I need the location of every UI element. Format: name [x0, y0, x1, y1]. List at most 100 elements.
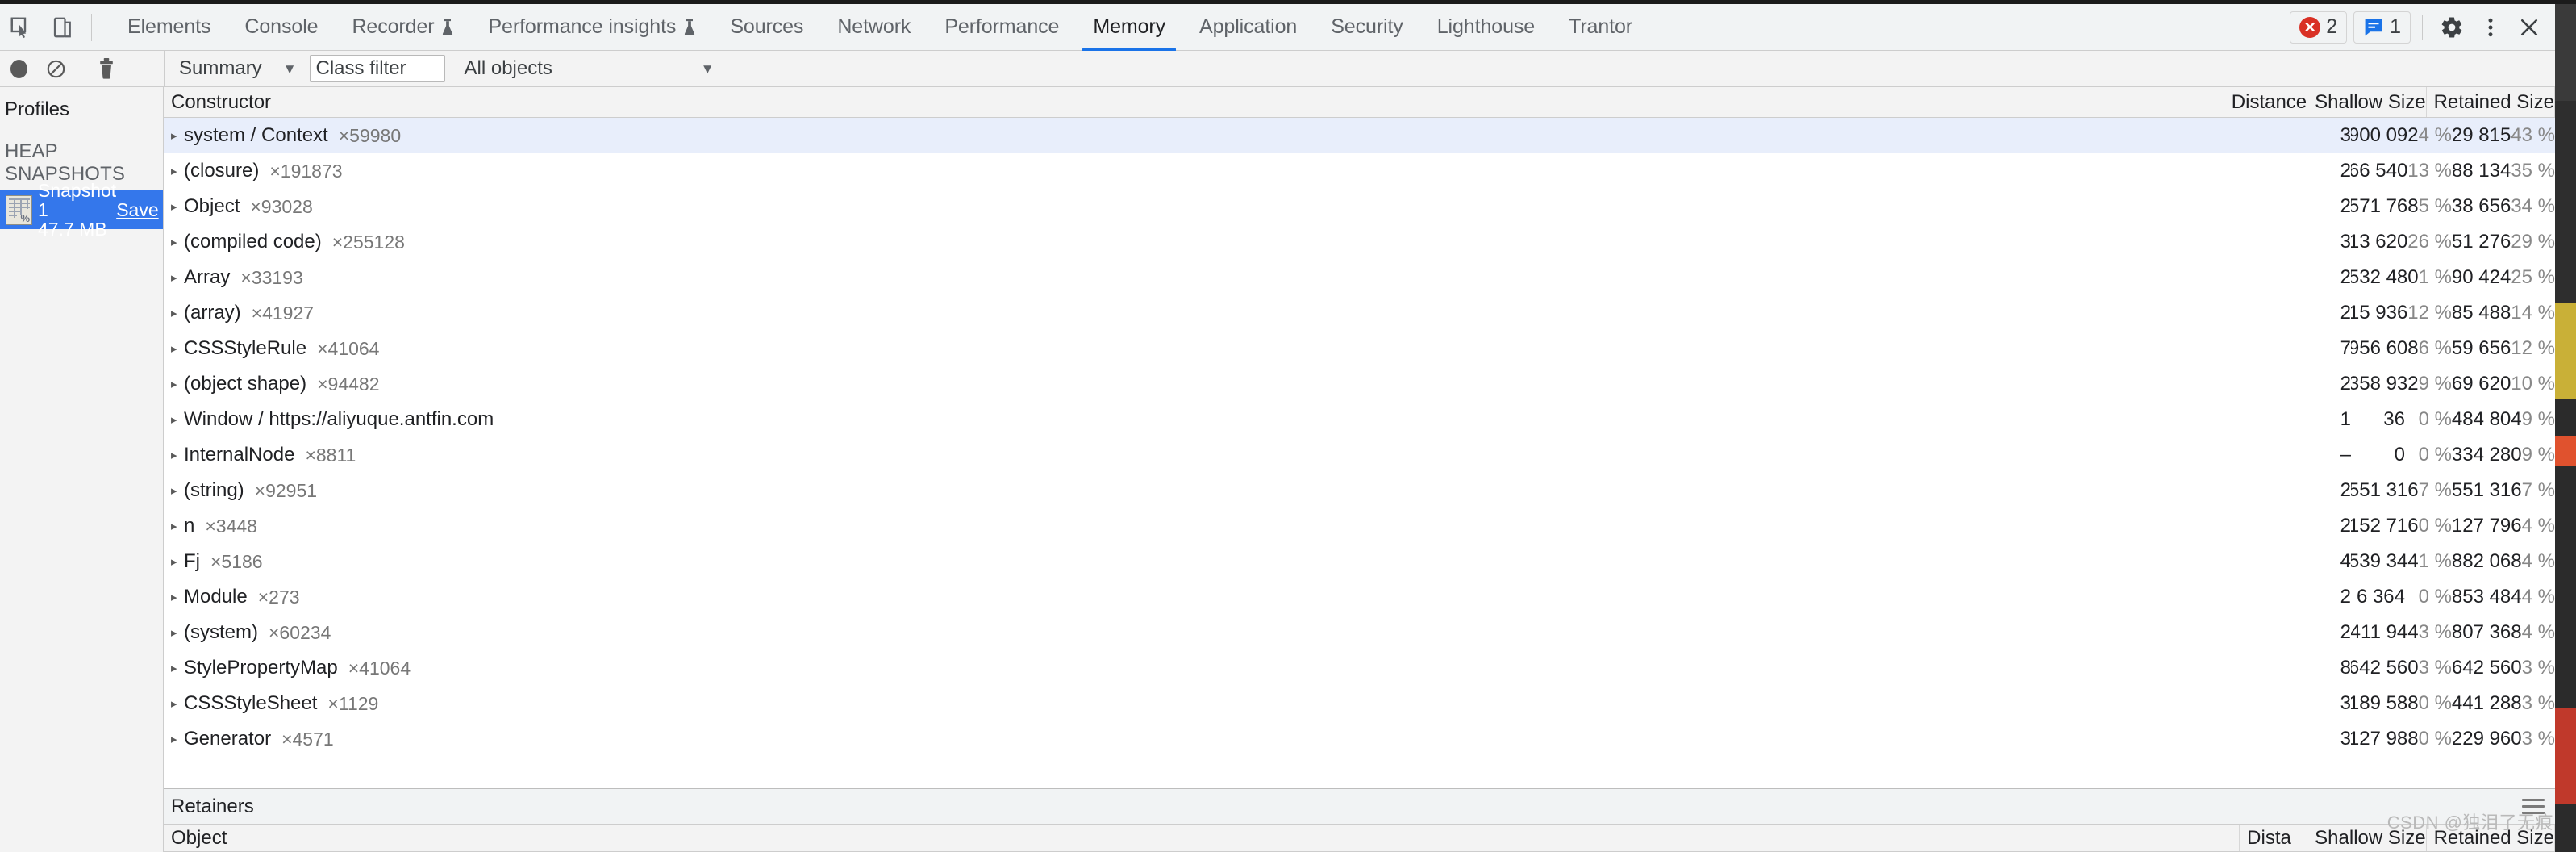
- tab-application[interactable]: Application: [1182, 4, 1314, 51]
- save-snapshot-link[interactable]: Save: [116, 199, 158, 221]
- constructor-count: ×41064: [348, 657, 411, 679]
- expand-triangle-icon[interactable]: ▸: [171, 414, 183, 426]
- error-count-badge[interactable]: ✕ 2: [2290, 10, 2348, 44]
- record-circle-icon[interactable]: [0, 51, 37, 86]
- cell-retained-size: 13 651 27629 %: [2452, 224, 2555, 260]
- table-row[interactable]: ▸Array ×33193 2532 4801 %12 090 42425 %: [164, 260, 2555, 295]
- expand-triangle-icon[interactable]: ▸: [171, 733, 183, 746]
- table-row[interactable]: ▸(system) ×60234 21 411 9443 %1 807 3684 %: [164, 615, 2555, 650]
- cell-retained-size-value: 2 127 796: [2452, 515, 2522, 537]
- inspect-element-icon[interactable]: [0, 6, 42, 48]
- column-header-distance[interactable]: Distance: [2224, 87, 2308, 117]
- devtools-tabbar: Elements Console Recorder Performance in…: [0, 4, 2555, 51]
- tab-console[interactable]: Console: [227, 4, 335, 51]
- table-row[interactable]: ▸(array) ×41927 25 815 93612 %6 585 48814 …: [164, 295, 2555, 331]
- retainers-column-distance[interactable]: Dista: [2240, 825, 2308, 851]
- tab-elements[interactable]: Elements: [110, 4, 227, 51]
- trash-can-icon[interactable]: [88, 51, 125, 86]
- tab-sources[interactable]: Sources: [713, 4, 820, 51]
- expand-triangle-icon[interactable]: ▸: [171, 165, 183, 178]
- table-row[interactable]: ▸StylePropertyMap×4106481 642 5603 %1 64…: [164, 650, 2555, 686]
- cell-distance: 2: [2340, 266, 2351, 288]
- tab-lighthouse[interactable]: Lighthouse: [1420, 4, 1552, 51]
- cell-retained-size: 20 629 81543 %: [2452, 118, 2555, 153]
- snapshot-name: Snapshot 1: [38, 179, 117, 220]
- cell-shallow-size: 4 358 9329 %: [2351, 366, 2452, 402]
- tab-trantor[interactable]: Trantor: [1552, 4, 1649, 51]
- expand-triangle-icon[interactable]: ▸: [171, 449, 183, 461]
- grid-body[interactable]: ▸system / Context×5998031 900 0924 %20 6…: [164, 118, 2555, 788]
- retainers-column-object[interactable]: Object: [164, 825, 2240, 851]
- constructor-name: (system): [184, 621, 258, 643]
- table-row[interactable]: ▸n ×3448 2152 7160 %2 127 7964 %: [164, 508, 2555, 544]
- device-toolbar-icon[interactable]: [42, 6, 84, 48]
- expand-triangle-icon[interactable]: ▸: [171, 236, 183, 248]
- table-row[interactable]: ▸Object ×93028 22 571 7685 %16 338 65634 %: [164, 189, 2555, 224]
- no-entry-clear-icon[interactable]: [37, 51, 74, 86]
- table-row[interactable]: ▸ Window / https://aliyuque.antfin.com 1 36…: [164, 402, 2555, 437]
- tab-recorder[interactable]: Recorder: [335, 4, 471, 51]
- cell-shallow-size: 6 364 0 %: [2351, 579, 2452, 615]
- sidebar-item-snapshot-1[interactable]: % Snapshot 1 47.7 MB Save: [0, 181, 163, 239]
- table-row[interactable]: ▸(object shape) ×94482 24 358 9329 %4 569 …: [164, 366, 2555, 402]
- expand-triangle-icon[interactable]: ▸: [171, 130, 183, 142]
- cell-shallow-size-value: 3 551 316: [2351, 479, 2419, 501]
- expand-triangle-icon[interactable]: ▸: [171, 627, 183, 639]
- view-select[interactable]: Summary ▼: [174, 52, 300, 85]
- message-bubble-icon: [2363, 17, 2384, 38]
- class-filter-input[interactable]: [309, 55, 445, 82]
- expand-triangle-icon[interactable]: ▸: [171, 662, 183, 674]
- table-row[interactable]: ▸InternalNode ×8811 – 0 0 %4 334 2809 %: [164, 437, 2555, 473]
- expand-triangle-icon[interactable]: ▸: [171, 201, 183, 213]
- expand-triangle-icon[interactable]: ▸: [171, 520, 183, 532]
- tab-network[interactable]: Network: [820, 4, 927, 51]
- tab-label: Performance: [944, 15, 1060, 38]
- cell-distance: 2: [2340, 373, 2351, 395]
- cell-shallow-size: 1 642 5603 %: [2351, 650, 2452, 686]
- expand-triangle-icon[interactable]: ▸: [171, 556, 183, 568]
- tab-security[interactable]: Security: [1314, 4, 1420, 51]
- table-row[interactable]: ▸Generator ×4571 3127 9880 %1 229 9603 %: [164, 721, 2555, 757]
- table-row[interactable]: ▸CSSStyleSheet ×1129 3189 5880 %1 441 2883…: [164, 686, 2555, 721]
- tab-label: Performance insights: [488, 15, 677, 38]
- tab-memory[interactable]: Memory: [1076, 4, 1182, 51]
- column-header-constructor[interactable]: Constructor: [164, 87, 2224, 117]
- expand-triangle-icon[interactable]: ▸: [171, 698, 183, 710]
- table-row[interactable]: ▸CSSStyleRule ×41064 72 956 6086 %5 659 65…: [164, 331, 2555, 366]
- expand-triangle-icon[interactable]: ▸: [171, 485, 183, 497]
- cell-retained-size: 1 229 9603 %: [2452, 721, 2555, 757]
- cell-constructor: ▸ CSSStyleSheet ×1129: [164, 686, 2283, 721]
- table-row[interactable]: ▸system / Context ×59980 31 900 0924 %20 6…: [164, 118, 2555, 153]
- constructor-count: ×273: [257, 586, 300, 608]
- message-count-badge[interactable]: 1: [2353, 10, 2411, 44]
- expand-triangle-icon[interactable]: ▸: [171, 378, 183, 390]
- table-row[interactable]: ▸(string)×9295123 551 3167 %3 551 3167 %: [164, 473, 2555, 508]
- table-row[interactable]: ▸(compiled code) ×255128 312 213 62026 %13…: [164, 224, 2555, 260]
- tab-performance[interactable]: Performance: [927, 4, 1076, 51]
- cell-shallow-size-value: 127 988: [2351, 728, 2419, 750]
- cell-retained-size: 3 551 3167 %: [2452, 473, 2555, 508]
- expand-triangle-icon[interactable]: ▸: [171, 343, 183, 355]
- table-row[interactable]: ▸(closure) ×191873 26 066 54013 %16 588 13…: [164, 153, 2555, 189]
- expand-triangle-icon[interactable]: ▸: [171, 307, 183, 320]
- table-row[interactable]: ▸Module ×273 26 364 0 %1 853 4844 %: [164, 579, 2555, 615]
- expand-triangle-icon[interactable]: ▸: [171, 591, 183, 604]
- tab-performance-insights[interactable]: Performance insights: [471, 4, 713, 51]
- cell-retained-size: 1 853 4844 %: [2452, 579, 2555, 615]
- panel-tabs: Elements Console Recorder Performance in…: [110, 4, 1649, 51]
- close-icon[interactable]: [2510, 8, 2549, 47]
- cell-shallow-size-value: 539 344: [2351, 550, 2419, 572]
- gear-icon[interactable]: [2432, 8, 2471, 47]
- expand-triangle-icon[interactable]: ▸: [171, 272, 183, 284]
- cell-retained-size-percent: 4 %: [2521, 550, 2555, 572]
- objects-scope-select[interactable]: All objects ▼: [465, 52, 715, 85]
- constructor-name: InternalNode: [184, 444, 295, 466]
- more-options-icon[interactable]: [2471, 8, 2510, 47]
- cell-shallow-size-value: 6 364: [2356, 586, 2405, 608]
- table-row[interactable]: ▸Fj ×5186 4539 3441 %1 882 0684 %: [164, 544, 2555, 579]
- constructor-count: ×255128: [331, 231, 405, 253]
- cell-constructor: ▸ StylePropertyMap ×41064: [164, 650, 2283, 686]
- column-header-retained-size[interactable]: Retained Size: [2427, 87, 2555, 117]
- column-header-shallow-size[interactable]: Shallow Size: [2307, 87, 2427, 117]
- constructor-name: Window / https://aliyuque.antfin.com: [184, 408, 494, 430]
